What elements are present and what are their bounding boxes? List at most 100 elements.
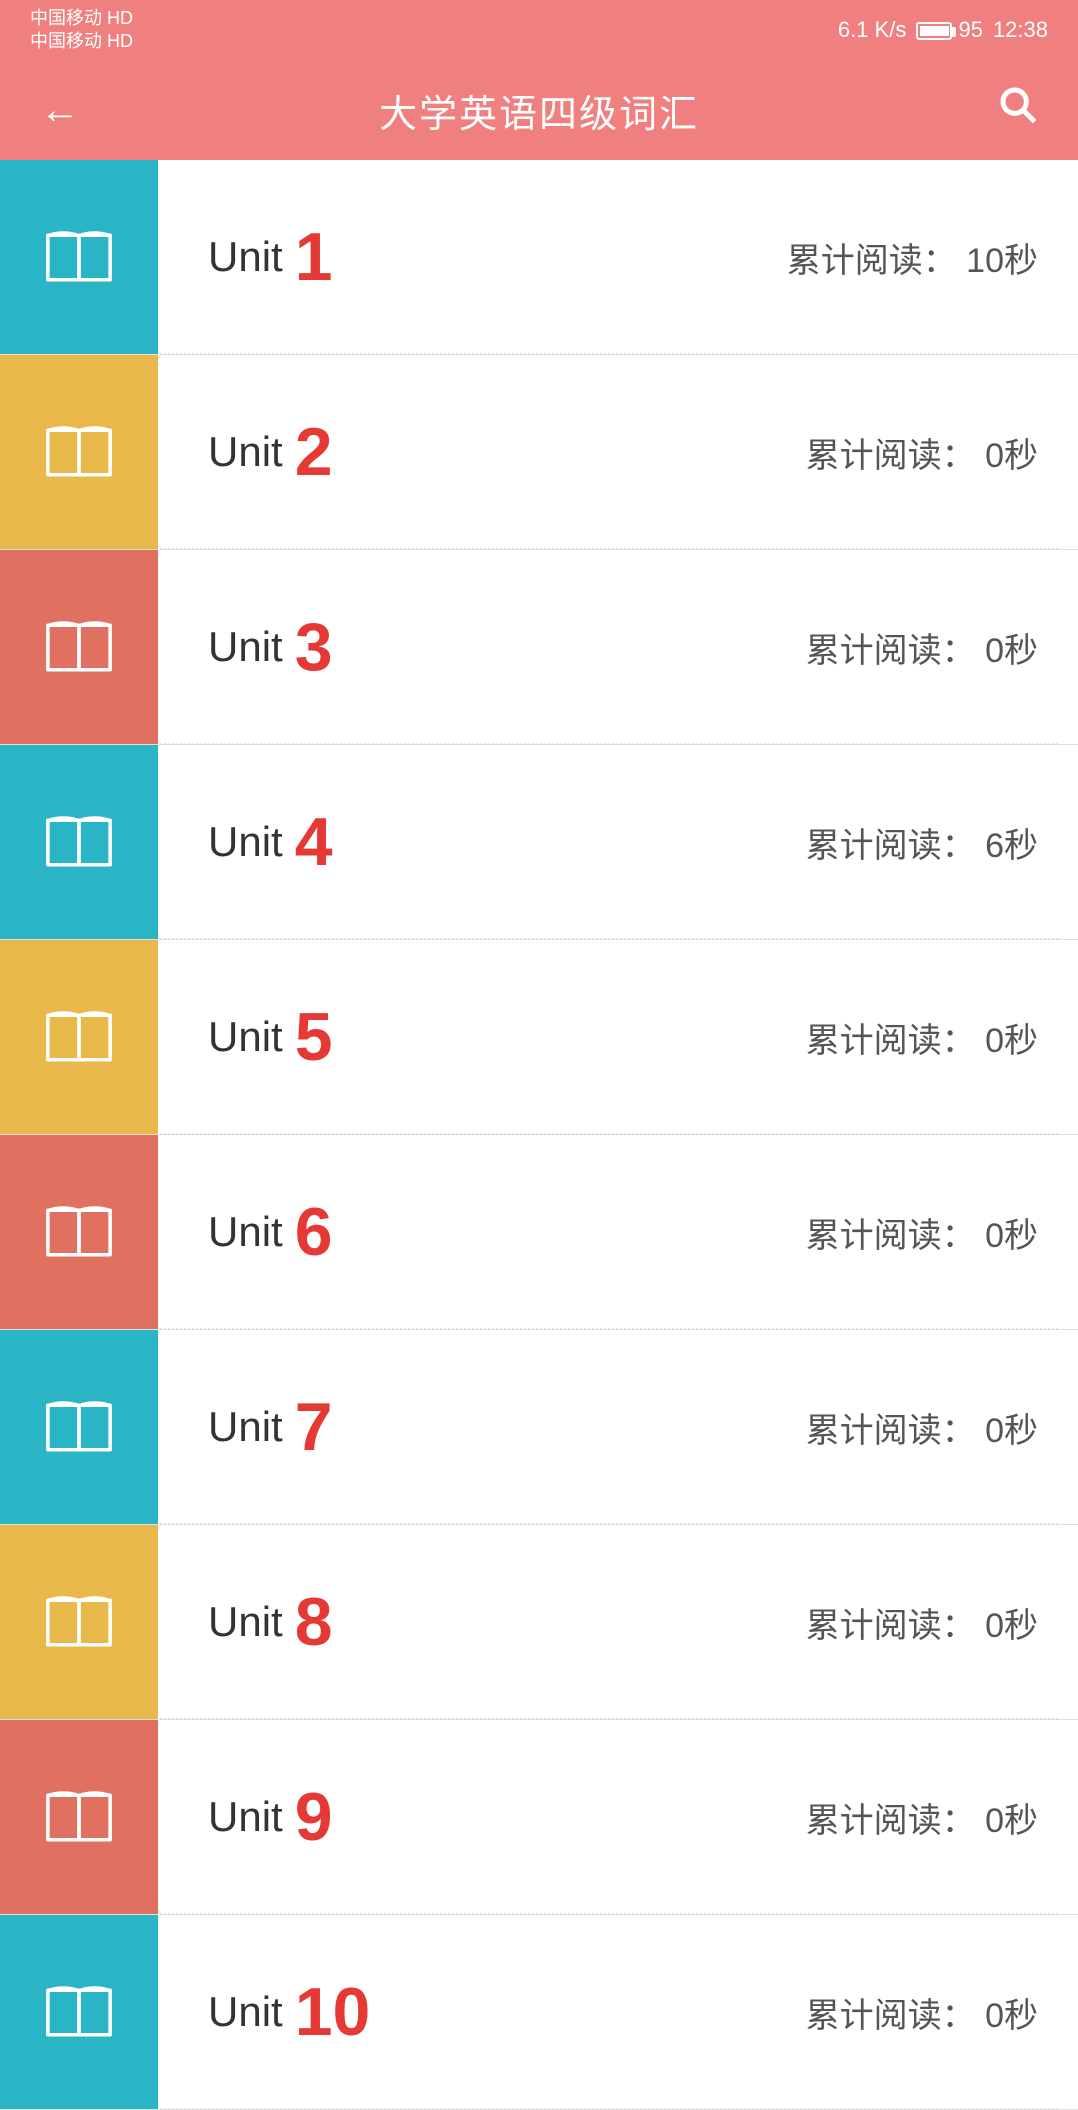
unit-reading-1: 累计阅读： 10秒 (787, 233, 1038, 282)
unit-label-1: Unit (208, 233, 283, 281)
unit-icon-9 (0, 1720, 158, 1914)
reading-label-10: 累计阅读： (806, 1997, 976, 2035)
unit-number-10: 10 (295, 1978, 371, 2046)
reading-time-9: 0秒 (985, 1802, 1038, 1840)
unit-number-9: 9 (295, 1783, 333, 1851)
unit-label-4: Unit (208, 818, 283, 866)
book-icon (39, 1980, 119, 2045)
unit-label-8: Unit (208, 1598, 283, 1646)
unit-reading-2: 累计阅读： 0秒 (806, 428, 1038, 477)
unit-label-2: Unit (208, 428, 283, 476)
unit-content-6: Unit 6 累计阅读： 0秒 (158, 1198, 1078, 1266)
search-button[interactable] (998, 85, 1038, 135)
book-icon (39, 615, 119, 680)
book-icon (39, 1200, 119, 1265)
unit-reading-3: 累计阅读： 0秒 (806, 623, 1038, 672)
unit-reading-7: 累计阅读： 0秒 (806, 1403, 1038, 1452)
unit-number-4: 4 (295, 808, 333, 876)
reading-time-2: 0秒 (985, 437, 1038, 475)
unit-content-9: Unit 9 累计阅读： 0秒 (158, 1783, 1078, 1851)
unit-number-8: 8 (295, 1588, 333, 1656)
unit-content-5: Unit 5 累计阅读： 0秒 (158, 1003, 1078, 1071)
unit-item-7[interactable]: Unit 7 累计阅读： 0秒 (0, 1330, 1078, 1525)
unit-name-8: Unit 8 (208, 1588, 333, 1656)
unit-item-2[interactable]: Unit 2 累计阅读： 0秒 (0, 355, 1078, 550)
unit-item-3[interactable]: Unit 3 累计阅读： 0秒 (0, 550, 1078, 745)
battery-label: 95 (916, 17, 983, 43)
unit-name-1: Unit 1 (208, 223, 333, 291)
book-icon (39, 420, 119, 485)
unit-name-3: Unit 3 (208, 613, 333, 681)
unit-icon-6 (0, 1135, 158, 1329)
reading-time-8: 0秒 (985, 1607, 1038, 1645)
unit-content-8: Unit 8 累计阅读： 0秒 (158, 1588, 1078, 1656)
reading-time-7: 0秒 (985, 1412, 1038, 1450)
book-icon (39, 1785, 119, 1850)
unit-label-9: Unit (208, 1793, 283, 1841)
time-label: 12:38 (993, 17, 1048, 43)
reading-time-10: 0秒 (985, 1997, 1038, 2035)
unit-content-7: Unit 7 累计阅读： 0秒 (158, 1393, 1078, 1461)
reading-time-3: 0秒 (985, 632, 1038, 670)
unit-icon-2 (0, 355, 158, 549)
unit-content-10: Unit 10 累计阅读： 0秒 (158, 1978, 1078, 2046)
reading-label-1: 累计阅读： (787, 242, 957, 280)
reading-label-5: 累计阅读： (806, 1022, 976, 1060)
unit-item-8[interactable]: Unit 8 累计阅读： 0秒 (0, 1525, 1078, 1720)
carrier1-label: 中国移动 HD (30, 7, 133, 30)
reading-time-1: 10秒 (966, 242, 1038, 280)
reading-label-4: 累计阅读： (806, 827, 976, 865)
unit-item-5[interactable]: Unit 5 累计阅读： 0秒 (0, 940, 1078, 1135)
unit-content-4: Unit 4 累计阅读： 6秒 (158, 808, 1078, 876)
reading-label-7: 累计阅读： (806, 1412, 976, 1450)
unit-reading-6: 累计阅读： 0秒 (806, 1208, 1038, 1257)
unit-item-10[interactable]: Unit 10 累计阅读： 0秒 (0, 1915, 1078, 2110)
reading-label-2: 累计阅读： (806, 437, 976, 475)
unit-reading-10: 累计阅读： 0秒 (806, 1988, 1038, 2037)
book-icon (39, 1590, 119, 1655)
unit-content-2: Unit 2 累计阅读： 0秒 (158, 418, 1078, 486)
reading-time-6: 0秒 (985, 1217, 1038, 1255)
book-icon (39, 1005, 119, 1070)
unit-name-4: Unit 4 (208, 808, 333, 876)
unit-icon-7 (0, 1330, 158, 1524)
content-area: Unit 1 累计阅读： 10秒 Unit 2 累计阅读： 0秒 (0, 160, 1078, 2110)
unit-item-4[interactable]: Unit 4 累计阅读： 6秒 (0, 745, 1078, 940)
unit-name-7: Unit 7 (208, 1393, 333, 1461)
reading-time-5: 0秒 (985, 1022, 1038, 1060)
reading-label-9: 累计阅读： (806, 1802, 976, 1840)
unit-item-6[interactable]: Unit 6 累计阅读： 0秒 (0, 1135, 1078, 1330)
book-icon (39, 810, 119, 875)
status-bar: 中国移动 HD 中国移动 HD 6.1 K/s 95 12:38 (0, 0, 1078, 60)
book-icon (39, 1395, 119, 1460)
reading-label-8: 累计阅读： (806, 1607, 976, 1645)
unit-icon-3 (0, 550, 158, 744)
reading-label-3: 累计阅读： (806, 632, 976, 670)
unit-list: Unit 1 累计阅读： 10秒 Unit 2 累计阅读： 0秒 (0, 160, 1078, 2110)
unit-number-2: 2 (295, 418, 333, 486)
unit-icon-8 (0, 1525, 158, 1719)
unit-number-7: 7 (295, 1393, 333, 1461)
unit-icon-4 (0, 745, 158, 939)
search-icon (998, 85, 1038, 125)
unit-name-9: Unit 9 (208, 1783, 333, 1851)
unit-label-10: Unit (208, 1988, 283, 2036)
unit-icon-10 (0, 1915, 158, 2109)
carrier2-label: 中国移动 HD (30, 30, 133, 53)
back-button[interactable]: ← (40, 88, 80, 133)
unit-reading-9: 累计阅读： 0秒 (806, 1793, 1038, 1842)
unit-item-1[interactable]: Unit 1 累计阅读： 10秒 (0, 160, 1078, 355)
unit-name-2: Unit 2 (208, 418, 333, 486)
reading-time-4: 6秒 (985, 827, 1038, 865)
unit-item-9[interactable]: Unit 9 累计阅读： 0秒 (0, 1720, 1078, 1915)
unit-label-7: Unit (208, 1403, 283, 1451)
unit-label-3: Unit (208, 623, 283, 671)
status-right: 6.1 K/s 95 12:38 (838, 17, 1048, 43)
reading-label-6: 累计阅读： (806, 1217, 976, 1255)
unit-icon-5 (0, 940, 158, 1134)
battery-fill (920, 26, 949, 36)
unit-name-5: Unit 5 (208, 1003, 333, 1071)
unit-label-5: Unit (208, 1013, 283, 1061)
unit-reading-4: 累计阅读： 6秒 (806, 818, 1038, 867)
unit-number-5: 5 (295, 1003, 333, 1071)
